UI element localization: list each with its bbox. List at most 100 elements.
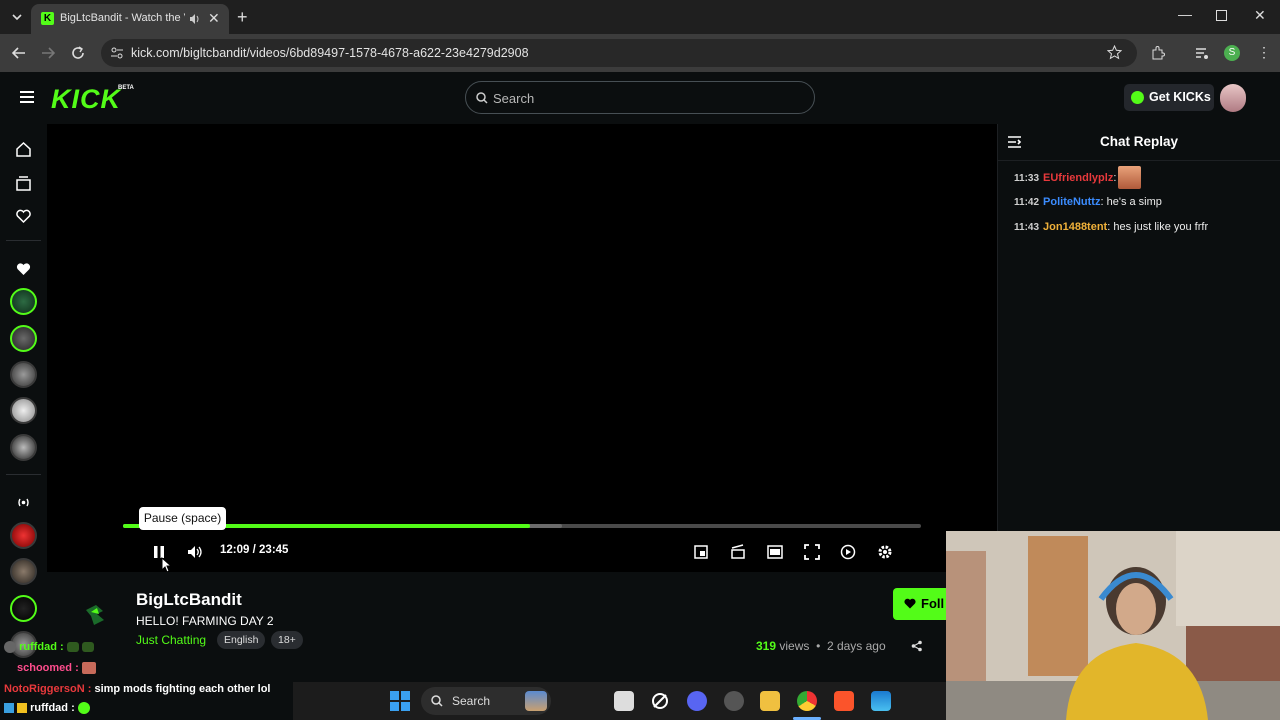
miniplayer-icon[interactable] — [693, 544, 709, 560]
video-player[interactable]: Pause (space) 12:09 / 23:45 — [47, 124, 997, 573]
file-explorer-icon[interactable] — [760, 691, 780, 711]
followed-channel-avatar[interactable] — [10, 361, 37, 388]
profile-avatar[interactable]: S — [1224, 45, 1240, 61]
followed-channel-avatar[interactable] — [10, 288, 37, 315]
video-title: HELLO! FARMING DAY 2 — [136, 614, 274, 628]
tab-close-icon[interactable]: ✕ — [208, 10, 220, 27]
beta-badge: BETA — [118, 85, 134, 91]
chat-header: Chat Replay — [998, 124, 1280, 161]
browser-tab-active[interactable]: K BigLtcBandit - Watch the V ✕ — [31, 4, 229, 34]
restore-icon[interactable] — [1216, 10, 1227, 21]
tag-language[interactable]: English — [217, 631, 266, 649]
chat-username[interactable]: PoliteNuttz — [1043, 196, 1100, 208]
overlay-emote-icon — [66, 642, 79, 653]
share-icon[interactable] — [911, 640, 923, 652]
address-bar[interactable]: kick.com/bigltcbandit/videos/6bd89497-15… — [101, 39, 1137, 67]
home-icon[interactable] — [15, 141, 32, 158]
taskbar-search[interactable]: Search — [421, 687, 551, 715]
channel-avatar[interactable] — [83, 602, 109, 628]
tab-title: BigLtcBandit - Watch the V — [60, 12, 185, 24]
obs-icon[interactable] — [724, 691, 744, 711]
recommended-channel-avatar[interactable] — [10, 595, 37, 622]
stats-dot: • — [816, 639, 821, 653]
overlay-badge-icon — [17, 703, 28, 714]
media-control-icon[interactable] — [1194, 45, 1210, 61]
view-stats: 319 views • 2 days ago — [756, 639, 886, 653]
chat-text: he's a simp — [1106, 196, 1162, 208]
tag-mature[interactable]: 18+ — [271, 631, 303, 649]
chat-timestamp: 11:33 — [1014, 173, 1040, 184]
overlay-chat-line: ruffdad : — [4, 641, 94, 654]
taskbar-search-label: Search — [452, 694, 491, 708]
window-close-icon[interactable]: ✕ — [1254, 7, 1266, 24]
task-view-icon[interactable] — [614, 691, 634, 711]
user-avatar[interactable] — [1220, 84, 1246, 112]
tab-search-icon[interactable] — [9, 9, 25, 25]
site-info-icon[interactable] — [110, 46, 124, 60]
discord-icon[interactable] — [687, 691, 707, 711]
collapse-chat-icon[interactable] — [1007, 136, 1022, 148]
search-input[interactable]: Search — [465, 81, 815, 114]
theater-mode-icon[interactable] — [767, 544, 783, 560]
time-display: 12:09 / 23:45 — [220, 544, 288, 556]
followed-channel-avatar[interactable] — [10, 397, 37, 424]
forward-icon[interactable] — [40, 45, 56, 61]
current-time: 12:09 — [220, 544, 250, 556]
back-icon[interactable] — [11, 45, 27, 61]
extensions-icon[interactable] — [1150, 45, 1166, 61]
get-kicks-button[interactable]: Get KICKs — [1124, 84, 1214, 111]
followed-channel-avatar[interactable] — [10, 434, 37, 461]
kick-logo[interactable]: KICK — [51, 84, 121, 115]
overlay-emote-icon — [81, 642, 94, 653]
bookmark-star-icon[interactable] — [1107, 45, 1122, 60]
following-icon[interactable] — [15, 208, 32, 225]
minimize-icon[interactable]: — — [1178, 6, 1192, 22]
follow-button[interactable]: Foll — [893, 588, 951, 620]
chrome-icon[interactable] — [797, 691, 817, 711]
live-broadcast-icon — [15, 494, 32, 511]
brave-icon[interactable] — [834, 691, 854, 711]
hamburger-menu-icon[interactable] — [19, 90, 35, 104]
windows-start-icon[interactable] — [390, 691, 410, 711]
pause-tooltip: Pause (space) — [139, 507, 226, 530]
chat-username[interactable]: Jon1488tent — [1043, 221, 1107, 233]
overlay-text: simp mods fighting each other lol — [94, 683, 271, 695]
clip-icon[interactable] — [730, 544, 746, 560]
left-sidebar — [0, 124, 47, 658]
chat-username[interactable]: EUfriendlyplz — [1043, 172, 1113, 184]
search-placeholder: Search — [493, 91, 535, 106]
channel-name[interactable]: BigLtcBandit — [136, 590, 242, 610]
duration: 23:45 — [259, 544, 289, 556]
settings-gear-icon[interactable] — [877, 544, 893, 560]
follow-heart-icon — [904, 598, 916, 609]
reload-icon[interactable] — [70, 45, 86, 61]
browser-toolbar: kick.com/bigltcbandit/videos/6bd89497-15… — [0, 34, 1280, 72]
recommended-channel-avatar[interactable] — [10, 522, 37, 549]
overlay-username: NotoRiggersoN : — [4, 683, 92, 695]
kick-favicon-icon: K — [41, 12, 54, 25]
windows-taskbar: Search — [293, 682, 946, 720]
webcam-feed-image — [946, 531, 1280, 720]
followed-heart-icon — [15, 261, 32, 278]
volume-icon[interactable] — [187, 544, 203, 560]
chat-timestamp: 11:43 — [1014, 222, 1040, 233]
overlay-emote-icon — [81, 662, 96, 675]
site-header: KICK BETA Search Get KICKs — [0, 72, 1280, 124]
fullscreen-icon[interactable] — [804, 544, 820, 560]
chat-emote-image — [1118, 166, 1141, 189]
video-info-panel: BigLtcBandit HELLO! FARMING DAY 2 Just C… — [47, 572, 951, 682]
browser-menu-icon[interactable]: ⋮ — [1257, 44, 1271, 61]
new-tab-icon[interactable]: + — [237, 7, 248, 28]
playback-speed-icon[interactable] — [840, 544, 856, 560]
tab-audio-icon[interactable] — [189, 13, 201, 25]
progress-bar[interactable] — [123, 524, 921, 528]
taskbar-search-icon — [431, 695, 443, 707]
app-icon[interactable] — [650, 691, 670, 711]
chat-message: 11:43 Jon1488tent: hes just like you frfr — [1014, 221, 1209, 233]
chat-message: 11:42 PoliteNuttz: he's a simp — [1014, 196, 1162, 208]
browse-icon[interactable] — [15, 175, 32, 192]
photos-icon[interactable] — [871, 691, 891, 711]
followed-channel-avatar[interactable] — [10, 325, 37, 352]
recommended-channel-avatar[interactable] — [10, 558, 37, 585]
category-link[interactable]: Just Chatting — [136, 633, 206, 647]
